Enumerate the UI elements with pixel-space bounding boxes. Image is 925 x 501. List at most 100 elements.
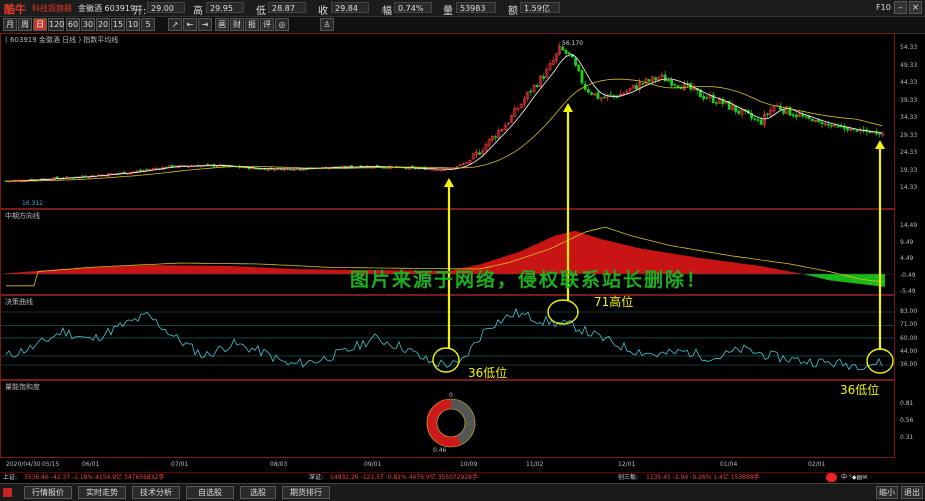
price-candle: [641, 82, 645, 85]
price-candle: [404, 167, 408, 170]
price-candle: [817, 119, 821, 122]
price-candle: [705, 97, 709, 99]
price-candle: [670, 79, 674, 86]
annotation-high: 71高位: [594, 295, 634, 309]
price-candle: [81, 175, 85, 178]
peak-price-label: 56.170: [562, 40, 583, 47]
chart-canvas: [1, 42, 894, 448]
price-candle: [810, 118, 814, 122]
price-candle: [145, 169, 149, 171]
price-candle: [478, 152, 482, 155]
y-tick-label: -5.49: [900, 288, 916, 295]
price-candle: [766, 113, 770, 116]
y-tick-label: 14.49: [900, 222, 918, 229]
low-price-label: 16.312: [22, 200, 43, 207]
y-tick-label: -0.49: [900, 271, 916, 279]
price-candle: [794, 114, 798, 118]
price-candle: [782, 109, 786, 114]
price-candle: [846, 127, 850, 131]
y-tick-label: 19.33: [900, 166, 918, 174]
tab-quotes[interactable]: 行情报价: [24, 486, 72, 499]
x-label: 05/15: [42, 461, 60, 468]
tab-pick[interactable]: 选股: [240, 486, 276, 499]
price-candle: [666, 80, 670, 82]
price-candle: [676, 85, 680, 88]
price-candle: [647, 79, 651, 82]
y-tick-label: 9.49: [900, 238, 914, 246]
sh-label: 上证:: [3, 474, 18, 481]
pointer-arrow-head: [444, 178, 454, 187]
price-candle: [206, 163, 210, 166]
price-candle: [714, 102, 718, 104]
y-tick-label: 14.33: [900, 184, 918, 191]
y-tick-label: 0.81: [900, 400, 914, 407]
sz-value: 14932.26 -121.37 -0.81% 4476.9亿 35507292…: [330, 474, 478, 481]
y-tick-label: 49.33: [900, 61, 918, 69]
price-candle: [55, 176, 59, 179]
price-candle: [561, 46, 565, 51]
price-candle: [634, 85, 638, 90]
y-tick-label: 60.00: [900, 334, 918, 342]
ring-top-label: 0: [449, 392, 453, 399]
tab-watchlist[interactable]: 自选股: [186, 486, 234, 499]
sz-label: 深证:: [309, 474, 324, 481]
price-candle: [602, 96, 606, 99]
tab-ranking[interactable]: 期货排行: [282, 486, 330, 499]
x-axis: 2020/04/30 05/15 06/01 07/01 08/03 09/01…: [0, 459, 895, 471]
price-candle: [702, 96, 706, 99]
y-tick-label: 29.33: [900, 131, 918, 139]
ring-inner: [436, 408, 466, 438]
price-candle: [753, 118, 757, 120]
ime-icons: 中·°◆▤✉: [841, 474, 868, 481]
price-candle: [855, 129, 859, 132]
price-candle: [663, 74, 667, 82]
watermark-text: 图片来源于网络，侵权联系站长删除！: [350, 269, 708, 291]
quit-button[interactable]: 退出: [901, 486, 923, 499]
bottom-tabs: 行情报价 实时走势 技术分析 自选股 选股 期货排行 缩小 退出: [0, 483, 925, 501]
x-label: 07/01: [171, 461, 189, 468]
red-square-icon: [3, 488, 12, 497]
low-circle-1: [432, 347, 460, 373]
x-label: 02/01: [808, 461, 826, 468]
price-candle: [820, 122, 824, 125]
x-label: 12/01: [618, 461, 636, 468]
y-tick-label: 0.31: [900, 434, 914, 441]
y-tick-label: 39.33: [900, 96, 918, 104]
x-label: 08/03: [270, 461, 288, 468]
y-tick-label: 44.33: [900, 79, 918, 86]
price-candle: [759, 119, 763, 125]
tab-technical[interactable]: 技术分析: [132, 486, 180, 499]
price-candle: [529, 90, 533, 93]
price-candle: [596, 92, 600, 99]
cy-label: 创三板:: [618, 474, 639, 481]
price-candle: [801, 114, 805, 117]
price-candle: [298, 169, 302, 171]
price-candle: [289, 168, 293, 171]
price-candle: [734, 105, 738, 112]
decision-curve-line: [5, 307, 883, 371]
price-candle: [878, 132, 882, 135]
price-candle: [836, 125, 840, 128]
price-candle: [577, 64, 581, 72]
price-candle: [737, 110, 741, 114]
price-candle: [494, 136, 498, 138]
sh-value: 3536.46 -42.37 -1.18% 4154.9亿 347656832手: [24, 474, 165, 481]
x-label: 11/02: [526, 461, 544, 468]
x-label: 09/01: [364, 461, 382, 468]
ring-bottom-label: 0.46: [433, 447, 447, 454]
price-candle: [171, 164, 174, 168]
pointer-arrow-head: [563, 103, 573, 112]
shrink-button[interactable]: 缩小: [876, 486, 898, 499]
y-tick-label: 24.33: [900, 149, 918, 156]
tab-realtime[interactable]: 实时走势: [78, 486, 126, 499]
y-tick-label: 44.00: [900, 347, 918, 355]
pointer-arrow-head: [875, 140, 885, 149]
price-candle: [826, 123, 830, 126]
price-candle: [756, 119, 760, 121]
price-candle: [542, 76, 546, 79]
x-label: 10/09: [460, 461, 478, 468]
price-candle: [673, 84, 677, 86]
y-tick-label: 71.00: [900, 321, 918, 329]
price-candle: [580, 70, 584, 84]
y-tick-label: 83.00: [900, 308, 918, 315]
